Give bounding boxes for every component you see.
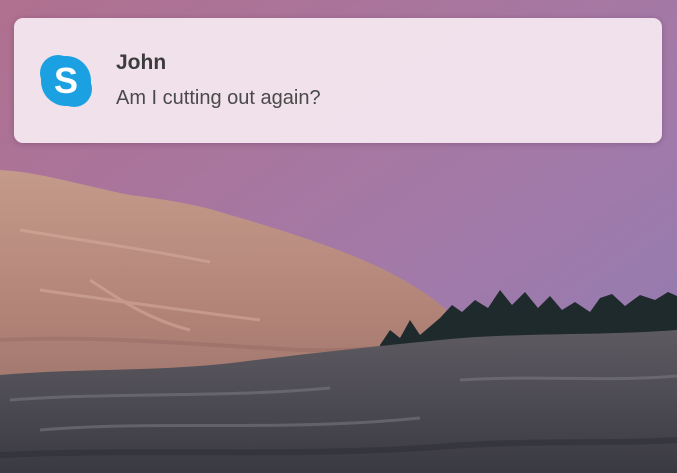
notification-message: Am I cutting out again? <box>116 87 321 109</box>
skype-icon-letter: S <box>54 60 78 101</box>
notification-banner[interactable]: S John Am I cutting out again? <box>14 18 662 143</box>
notification-sender: John <box>116 51 167 74</box>
skype-icon: S <box>36 51 96 111</box>
